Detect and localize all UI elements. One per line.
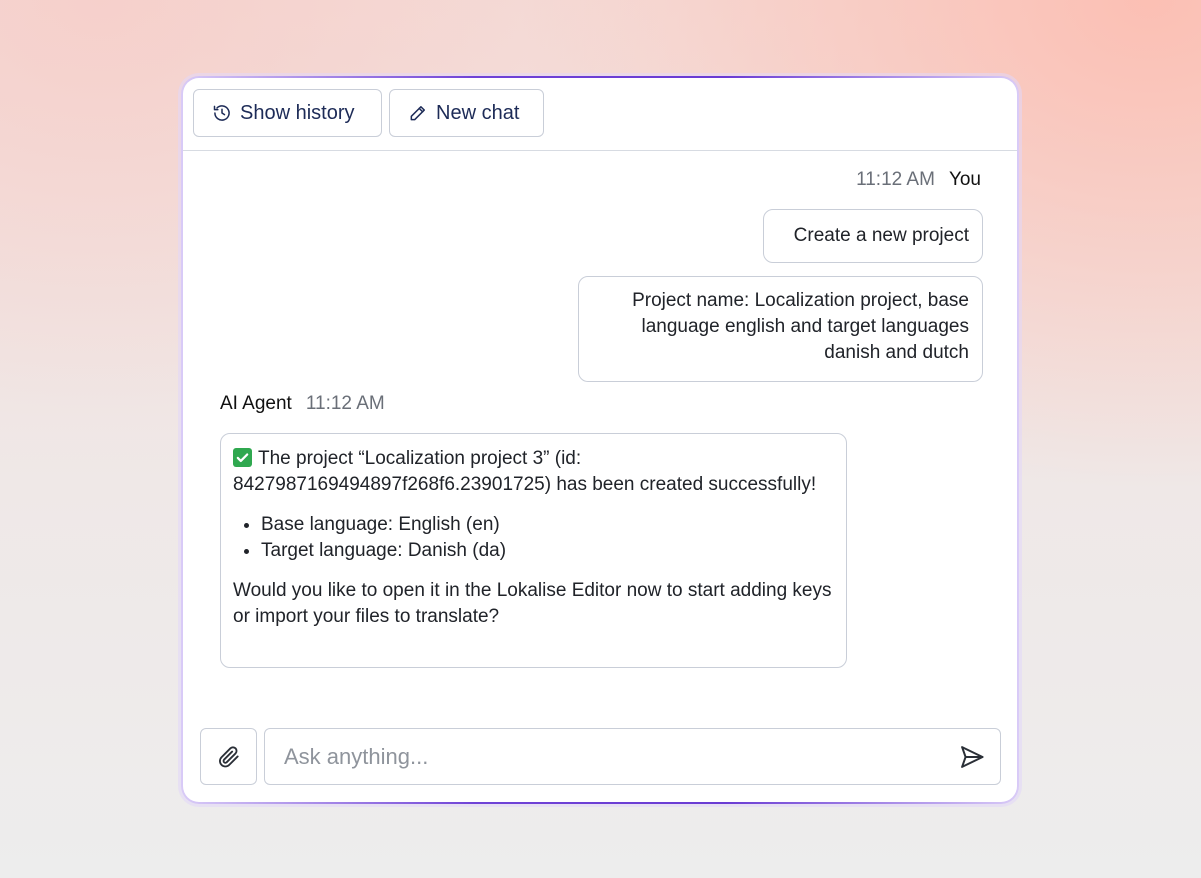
user-message-bubble: Create a new project — [763, 209, 983, 263]
user-message-time: 11:12 AM — [856, 169, 935, 190]
agent-message-bubble: The project “Localization project 3” (id… — [220, 433, 847, 668]
check-mark-icon — [233, 448, 252, 467]
list-item: Base language: English (en) — [261, 512, 834, 538]
list-item: Target language: Danish (da) — [261, 538, 834, 564]
show-history-label: Show history — [240, 101, 355, 124]
agent-message-intro: The project “Localization project 3” (id… — [233, 446, 834, 498]
attach-button[interactable] — [200, 728, 257, 785]
agent-message-intro-text: The project “Localization project 3” (id… — [233, 448, 817, 495]
user-message-meta: 11:12 AM You — [856, 169, 981, 191]
chat-card: Show history New chat 11:12 AM You Creat… — [183, 78, 1017, 802]
show-history-button[interactable]: Show history — [193, 89, 382, 137]
new-chat-label: New chat — [436, 101, 520, 124]
agent-message-outro: Would you like to open it in the Lokalis… — [233, 580, 832, 627]
agent-message-time: 11:12 AM — [305, 393, 385, 414]
pencil-icon — [410, 106, 425, 121]
user-message-bubble: Project name: Localization project, base… — [578, 276, 983, 382]
user-message-text: Create a new project — [793, 225, 969, 246]
user-message-text: Project name: Localization project, base… — [632, 290, 969, 363]
message-input[interactable] — [265, 729, 945, 784]
user-message-author: You — [948, 169, 981, 190]
chat-header: Show history New chat — [183, 78, 1017, 151]
agent-message-list: Base language: English (en) Target langu… — [233, 512, 834, 564]
agent-message-author: AI Agent — [220, 393, 292, 414]
agent-message-meta: AI Agent 11:12 AM — [220, 393, 385, 415]
send-icon[interactable] — [958, 743, 986, 771]
history-icon — [213, 105, 230, 121]
paperclip-icon — [218, 745, 239, 767]
message-input-container — [264, 728, 1001, 785]
chat-panel: Show history New chat 11:12 AM You Creat… — [181, 76, 1019, 804]
new-chat-button[interactable]: New chat — [389, 89, 544, 137]
